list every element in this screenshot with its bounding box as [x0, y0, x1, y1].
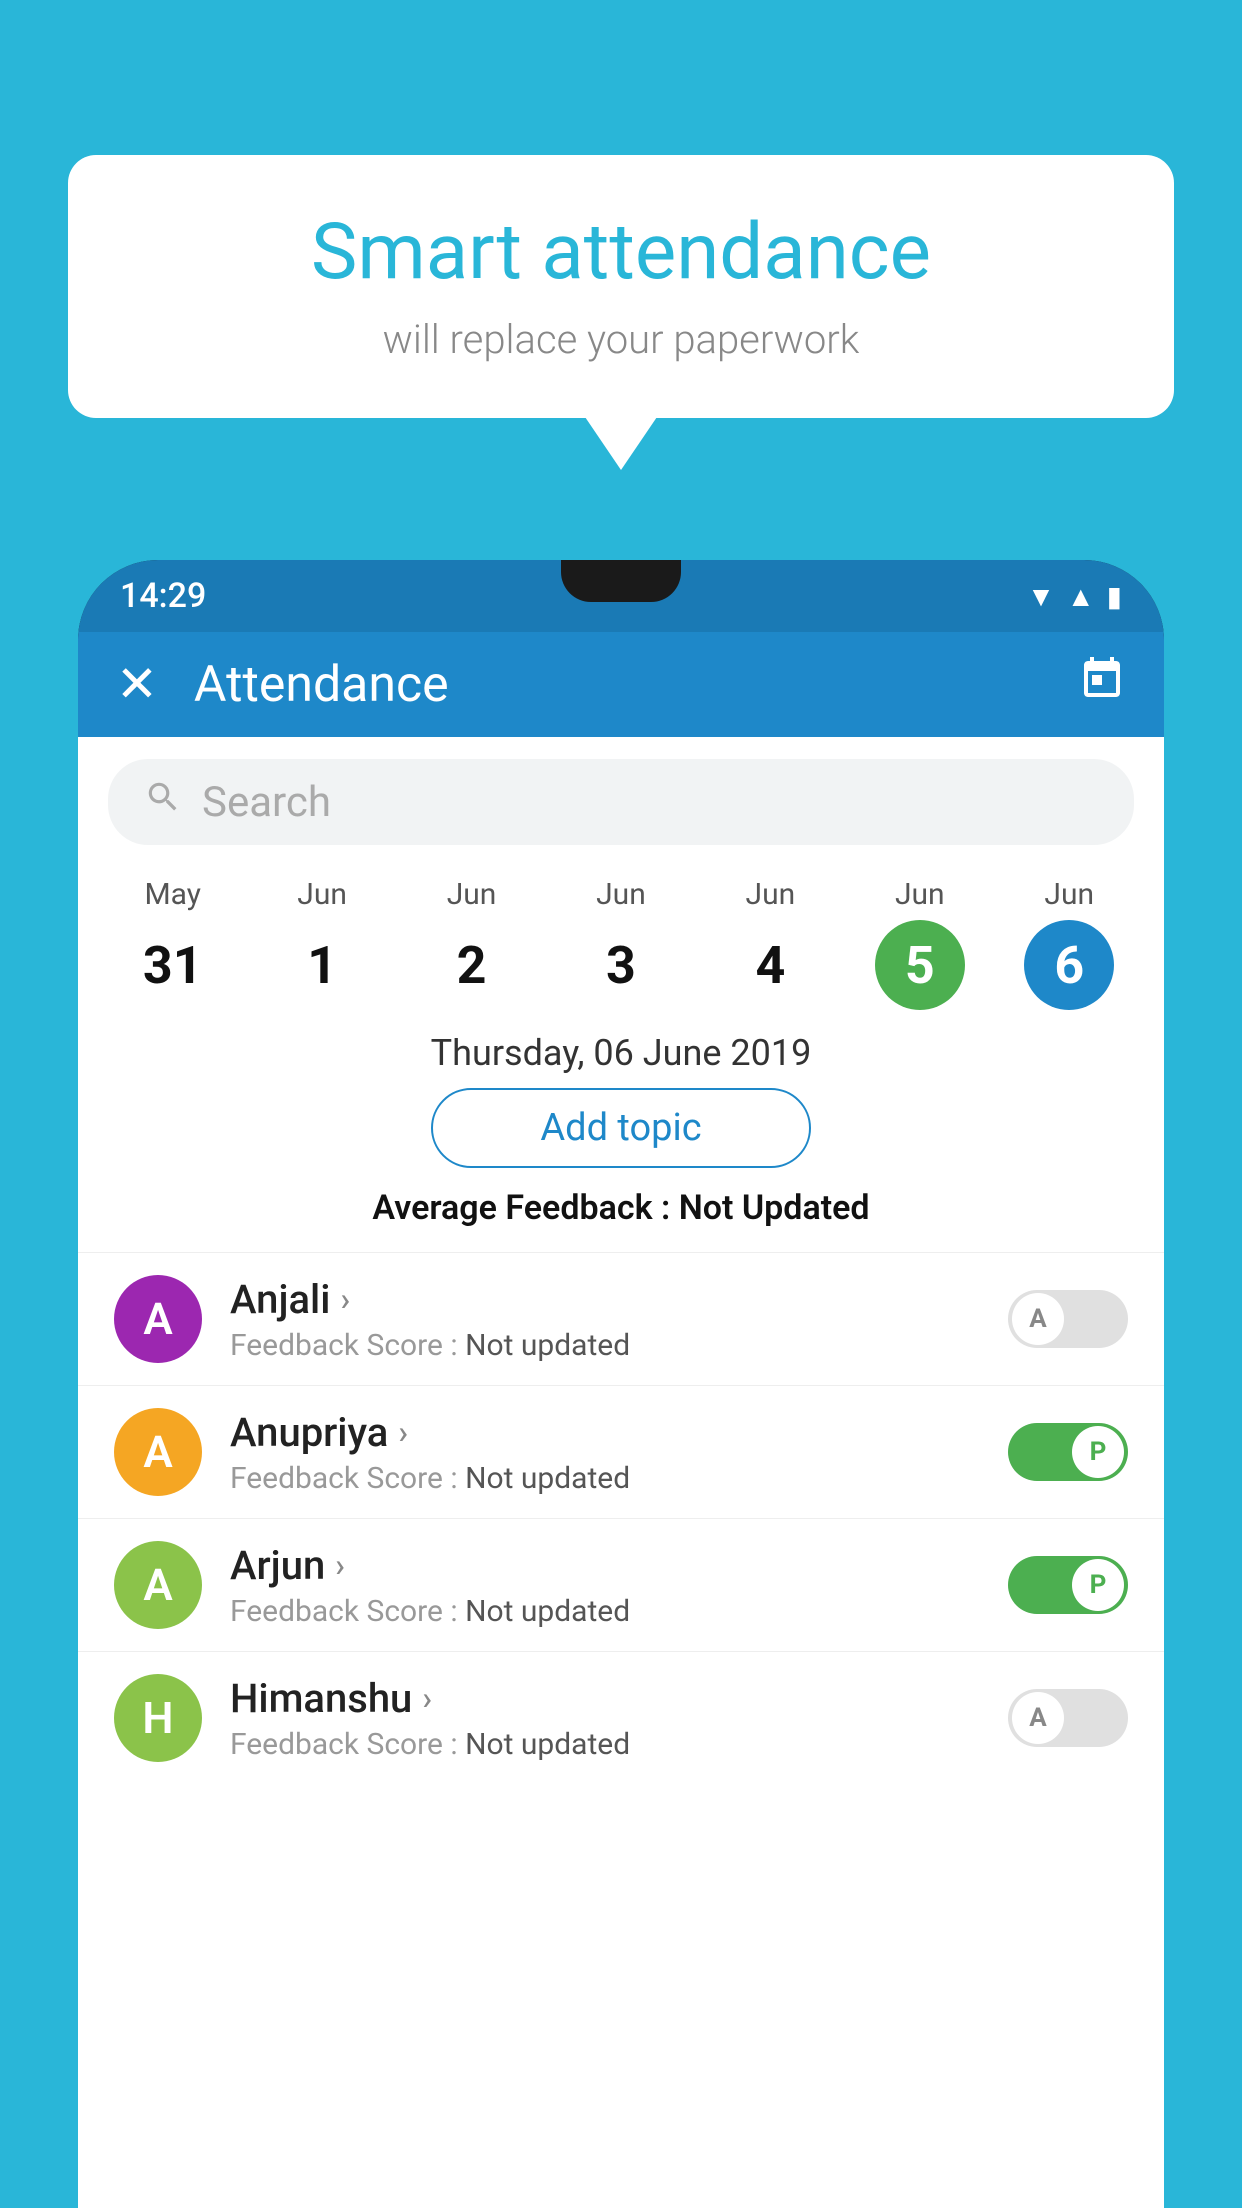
status-bar: 14:29 ▼ ▲ ▮: [78, 560, 1164, 632]
calendar-day[interactable]: Jun 6: [1009, 877, 1129, 1010]
selected-date: Thursday, 06 June 2019: [78, 1032, 1164, 1074]
student-item[interactable]: A Arjun › Feedback Score : Not updated P: [78, 1518, 1164, 1651]
student-info: Anjali › Feedback Score : Not updated: [230, 1276, 1008, 1363]
calendar-day[interactable]: Jun 2: [412, 877, 532, 1010]
feedback-score: Feedback Score : Not updated: [230, 1594, 1008, 1629]
screen-content: Search May 31 Jun 1 Jun 2 Jun 3 Jun 4 Jun 5 Jun 6 Thu…: [78, 737, 1164, 2208]
search-icon: [144, 778, 182, 827]
student-name: Arjun ›: [230, 1542, 1008, 1589]
cal-date-number: 4: [725, 920, 815, 1010]
feedback-score: Feedback Score : Not updated: [230, 1328, 1008, 1363]
avg-feedback-label: Average Feedback :: [372, 1188, 670, 1228]
app-bar: ✕ Attendance: [78, 632, 1164, 737]
bubble-subtitle: will replace your paperwork: [128, 316, 1114, 363]
chevron-icon: ›: [398, 1413, 408, 1451]
cal-month-label: Jun: [447, 877, 497, 912]
student-info: Himanshu › Feedback Score : Not updated: [230, 1675, 1008, 1762]
cal-date-number: 6: [1024, 920, 1114, 1010]
calendar-day[interactable]: May 31: [113, 877, 233, 1010]
avatar: H: [114, 1674, 202, 1762]
cal-date-number: 3: [576, 920, 666, 1010]
toggle-knob: P: [1072, 1426, 1124, 1478]
attendance-toggle[interactable]: A: [1008, 1290, 1128, 1348]
calendar-day[interactable]: Jun 1: [262, 877, 382, 1010]
student-item[interactable]: A Anupriya › Feedback Score : Not updated P: [78, 1385, 1164, 1518]
cal-date-number: 31: [128, 920, 218, 1010]
feedback-score: Feedback Score : Not updated: [230, 1727, 1008, 1762]
toggle-knob: P: [1072, 1559, 1124, 1611]
avg-feedback-value: Not Updated: [679, 1188, 870, 1228]
status-icons: ▼ ▲ ▮: [1027, 580, 1122, 613]
feedback-score: Feedback Score : Not updated: [230, 1461, 1008, 1496]
cal-month-label: Jun: [746, 877, 796, 912]
calendar-day[interactable]: Jun 3: [561, 877, 681, 1010]
student-info: Anupriya › Feedback Score : Not updated: [230, 1409, 1008, 1496]
speech-bubble: Smart attendance will replace your paper…: [68, 155, 1174, 418]
search-placeholder: Search: [202, 778, 331, 827]
attendance-toggle[interactable]: P: [1008, 1556, 1128, 1614]
avatar: A: [114, 1275, 202, 1363]
search-bar[interactable]: Search: [108, 759, 1134, 845]
phone-frame: 14:29 ▼ ▲ ▮ ✕ Attendance Search: [78, 560, 1164, 2208]
notch: [561, 560, 681, 602]
toggle-knob: A: [1012, 1692, 1064, 1744]
cal-month-label: Jun: [1044, 877, 1094, 912]
avatar: A: [114, 1408, 202, 1496]
chevron-icon: ›: [422, 1679, 432, 1717]
student-item[interactable]: H Himanshu › Feedback Score : Not updatedA: [78, 1651, 1164, 1784]
add-topic-button[interactable]: Add topic: [431, 1088, 811, 1168]
close-button[interactable]: ✕: [116, 655, 158, 714]
student-name: Anjali ›: [230, 1276, 1008, 1323]
attendance-toggle[interactable]: P: [1008, 1423, 1128, 1481]
cal-month-label: Jun: [297, 877, 347, 912]
student-name: Anupriya ›: [230, 1409, 1008, 1456]
calendar-day[interactable]: Jun 4: [710, 877, 830, 1010]
student-item[interactable]: AAnjali ›Feedback Score : Not updatedA: [78, 1252, 1164, 1385]
cal-month-label: Jun: [596, 877, 646, 912]
calendar-day[interactable]: Jun 5: [860, 877, 980, 1010]
student-info: Arjun › Feedback Score : Not updated: [230, 1542, 1008, 1629]
status-time: 14:29: [120, 576, 206, 616]
signal-icon: ▲: [1067, 580, 1095, 613]
battery-icon: ▮: [1107, 580, 1122, 613]
app-title: Attendance: [194, 656, 1078, 714]
student-name: Himanshu ›: [230, 1675, 1008, 1722]
cal-month-label: Jun: [895, 877, 945, 912]
cal-month-label: May: [144, 877, 200, 912]
wifi-icon: ▼: [1027, 580, 1055, 613]
chevron-icon: ›: [335, 1546, 345, 1584]
cal-date-number: 5: [875, 920, 965, 1010]
calendar-strip: May 31 Jun 1 Jun 2 Jun 3 Jun 4 Jun 5 Jun 6: [78, 867, 1164, 1014]
bubble-title: Smart attendance: [128, 210, 1114, 296]
attendance-toggle[interactable]: A: [1008, 1689, 1128, 1747]
cal-date-number: 2: [427, 920, 517, 1010]
chevron-icon: ›: [340, 1280, 350, 1318]
avg-feedback: Average Feedback : Not Updated: [78, 1188, 1164, 1228]
toggle-knob: A: [1012, 1293, 1064, 1345]
avatar: A: [114, 1541, 202, 1629]
calendar-button[interactable]: [1078, 655, 1126, 715]
cal-date-number: 1: [277, 920, 367, 1010]
student-list: AAnjali ›Feedback Score : Not updatedAAA…: [78, 1252, 1164, 1784]
